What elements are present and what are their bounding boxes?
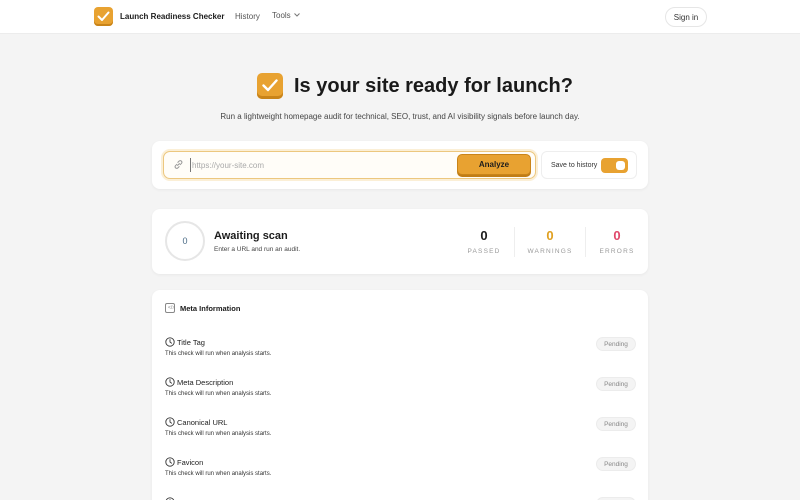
scan-status-card: 0 Awaiting scan Enter a URL and run an a… [152, 209, 648, 274]
hero-check-icon [257, 73, 283, 99]
warnings-stat: 0 WARNINGS [515, 228, 585, 255]
status-title: Awaiting scan [214, 230, 288, 242]
clock-icon [165, 457, 175, 467]
save-history-control: Save to history [541, 151, 637, 179]
link-icon [174, 160, 183, 169]
passed-stat: 0 PASSED [449, 228, 519, 255]
warnings-label: WARNINGS [527, 248, 573, 255]
code-icon: </> [165, 303, 175, 313]
brand-logo-icon[interactable] [94, 7, 113, 26]
check-description: This check will run when analysis starts… [165, 431, 272, 437]
check-name: Favicon [177, 458, 204, 467]
page-title: Is your site ready for launch? [294, 75, 573, 97]
analyze-button[interactable]: Analyze [457, 154, 531, 175]
save-history-label: Save to history [551, 162, 598, 169]
errors-count: 0 [613, 228, 621, 243]
nav-history-link[interactable]: History [235, 12, 260, 21]
clock-icon [165, 377, 175, 387]
save-history-toggle[interactable] [601, 158, 628, 173]
nav-tools-menu[interactable]: Tools [272, 11, 300, 20]
check-row: Title Tag This check will run when analy… [165, 337, 636, 365]
top-nav: Launch Readiness Checker History Tools S… [0, 0, 800, 34]
toggle-knob [616, 161, 625, 170]
brand-name[interactable]: Launch Readiness Checker [120, 12, 224, 21]
meta-information-card: </> Meta Information Title Tag This chec… [152, 290, 648, 500]
chevron-down-icon [293, 13, 300, 17]
sign-in-button[interactable]: Sign in [665, 7, 707, 27]
clock-icon [165, 337, 175, 347]
check-row: Meta Description This check will run whe… [165, 377, 636, 405]
check-row: Canonical URL This check will run when a… [165, 417, 636, 445]
status-badge: Pending [596, 457, 636, 471]
url-field[interactable]: Analyze [163, 151, 536, 179]
warnings-count: 0 [546, 228, 554, 243]
passed-label: PASSED [467, 248, 501, 255]
url-form-card: Analyze Save to history [152, 141, 648, 189]
clock-icon [165, 417, 175, 427]
check-name: Title Tag [177, 338, 205, 347]
check-description: This check will run when analysis starts… [165, 351, 272, 357]
page-subtitle: Run a lightweight homepage audit for tec… [220, 112, 580, 121]
check-name: Meta Description [177, 378, 234, 387]
passed-count: 0 [480, 228, 488, 243]
section-title: Meta Information [180, 304, 241, 313]
status-badge: Pending [596, 417, 636, 431]
url-input[interactable] [190, 158, 450, 172]
nav-tools-label: Tools [272, 11, 291, 20]
status-badge: Pending [596, 377, 636, 391]
check-row: Favicon This check will run when analysi… [165, 457, 636, 485]
errors-stat: 0 ERRORS [582, 228, 652, 255]
score-ring: 0 [165, 221, 205, 261]
check-description: This check will run when analysis starts… [165, 471, 272, 477]
status-subtitle: Enter a URL and run an audit. [214, 246, 301, 253]
check-name: Canonical URL [177, 418, 228, 427]
check-description: This check will run when analysis starts… [165, 391, 272, 397]
errors-label: ERRORS [599, 248, 635, 255]
status-badge: Pending [596, 337, 636, 351]
